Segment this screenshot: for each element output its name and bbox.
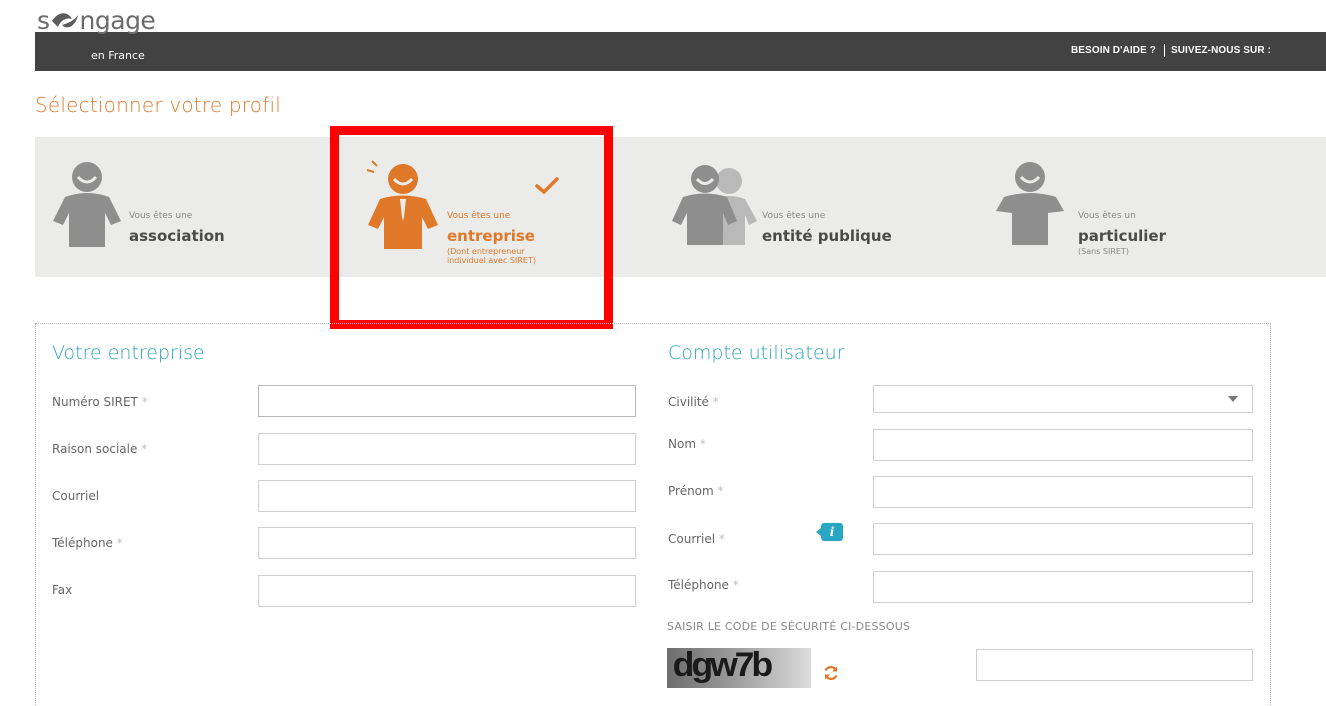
profile-selector: Vous êtes une association Vous êtes une … bbox=[35, 137, 1326, 277]
header-divider bbox=[1163, 44, 1165, 57]
user-phone-input[interactable] bbox=[873, 571, 1253, 603]
company-phone-input[interactable] bbox=[258, 527, 636, 559]
captcha-image: dgw7b bbox=[667, 648, 811, 688]
user-email-label: Courriel * bbox=[668, 532, 725, 546]
siret-label-text: Numéro SIRET bbox=[52, 395, 138, 409]
nom-label: Nom * bbox=[668, 437, 706, 451]
fax-input[interactable] bbox=[258, 575, 636, 607]
civilite-select[interactable] bbox=[873, 385, 1253, 413]
captcha-input[interactable] bbox=[976, 649, 1253, 681]
logo[interactable]: s ngage en France bbox=[37, 6, 197, 66]
entreprise-note-line2: individuel avec SIRET) bbox=[447, 256, 536, 265]
follow-us-link[interactable]: SUIVEZ-NOUS SUR : bbox=[1171, 45, 1271, 56]
user-phone-label-text: Téléphone bbox=[668, 578, 729, 592]
association-pre: Vous êtes une bbox=[129, 211, 193, 221]
profile-particulier[interactable]: Vous êtes un particulier (Sans SIRET) bbox=[990, 137, 1290, 277]
required-marker: * bbox=[717, 484, 724, 498]
association-person-icon bbox=[53, 162, 121, 247]
entreprise-label: entreprise bbox=[447, 227, 535, 245]
logo-name: ngage bbox=[79, 6, 156, 35]
logo-prefix: s bbox=[37, 6, 50, 35]
civilite-label: Civilité * bbox=[668, 395, 719, 409]
user-email-input[interactable] bbox=[873, 523, 1253, 555]
entreprise-note-line1: (Dont entrepreneur bbox=[447, 247, 525, 256]
particulier-pre: Vous êtes un bbox=[1078, 211, 1136, 221]
nom-input[interactable] bbox=[873, 429, 1253, 461]
chevron-down-icon bbox=[1228, 396, 1238, 402]
entreprise-person-icon bbox=[366, 160, 438, 249]
raison-sociale-input[interactable] bbox=[258, 433, 636, 465]
fax-label-text: Fax bbox=[52, 583, 73, 597]
logo-text: s ngage bbox=[37, 6, 156, 36]
required-marker: * bbox=[699, 437, 706, 451]
particulier-person-icon bbox=[996, 162, 1064, 245]
required-marker: * bbox=[141, 442, 148, 456]
account-section-title: Compte utilisateur bbox=[668, 342, 845, 364]
refresh-icon[interactable] bbox=[822, 664, 840, 682]
required-marker: * bbox=[116, 536, 123, 550]
prenom-label: Prénom * bbox=[668, 484, 724, 498]
page: s ngage en France BESOIN D'AIDE ? SUIVEZ… bbox=[0, 0, 1326, 706]
required-marker: * bbox=[712, 395, 719, 409]
profile-association[interactable]: Vous êtes une association bbox=[35, 137, 335, 277]
captcha-label: SAISIR LE CODE DE SÉCURITÉ CI-DESSOUS bbox=[667, 620, 911, 633]
logo-subtitle: en France bbox=[91, 49, 145, 62]
entite-publique-people-icon bbox=[672, 165, 757, 245]
profile-entreprise[interactable]: Vous êtes une entreprise (Dont entrepren… bbox=[355, 137, 635, 277]
nom-label-text: Nom bbox=[668, 437, 697, 451]
page-title: Sélectionner votre profil bbox=[35, 93, 281, 117]
civilite-label-text: Civilité bbox=[668, 395, 709, 409]
entite-publique-pre: Vous êtes une bbox=[762, 211, 826, 221]
prenom-input[interactable] bbox=[873, 476, 1253, 508]
required-marker: * bbox=[718, 532, 725, 546]
help-link[interactable]: BESOIN D'AIDE ? bbox=[1071, 45, 1156, 56]
raison-sociale-label: Raison sociale * bbox=[52, 442, 147, 456]
header-links: BESOIN D'AIDE ? SUIVEZ-NOUS SUR : bbox=[1071, 44, 1271, 57]
company-phone-label: Téléphone * bbox=[52, 536, 123, 550]
fax-label: Fax bbox=[52, 583, 72, 597]
company-email-label-text: Courriel bbox=[52, 489, 100, 503]
required-marker: * bbox=[732, 578, 739, 592]
logo-swirl-icon bbox=[51, 13, 78, 28]
company-phone-label-text: Téléphone bbox=[52, 536, 113, 550]
company-email-input[interactable] bbox=[258, 480, 636, 512]
association-label: association bbox=[129, 227, 225, 245]
info-icon[interactable]: i bbox=[816, 523, 843, 541]
particulier-label: particulier bbox=[1078, 227, 1166, 245]
raison-sociale-label-text: Raison sociale bbox=[52, 442, 138, 456]
siret-label: Numéro SIRET * bbox=[52, 395, 148, 409]
siret-input[interactable] bbox=[258, 385, 636, 417]
required-marker: * bbox=[141, 395, 148, 409]
particulier-note: (Sans SIRET) bbox=[1078, 247, 1129, 256]
company-section-title: Votre entreprise bbox=[52, 342, 205, 364]
company-email-label: Courriel bbox=[52, 489, 99, 503]
user-email-label-text: Courriel bbox=[668, 532, 716, 546]
user-phone-label: Téléphone * bbox=[668, 578, 739, 592]
entreprise-pre: Vous êtes une bbox=[447, 211, 511, 221]
entite-publique-label: entité publique bbox=[762, 227, 892, 245]
captcha-code: dgw7b bbox=[672, 648, 773, 684]
prenom-label-text: Prénom bbox=[668, 484, 714, 498]
checkmark-icon bbox=[535, 177, 559, 194]
profile-entite-publique[interactable]: Vous êtes une entité publique bbox=[665, 137, 965, 277]
